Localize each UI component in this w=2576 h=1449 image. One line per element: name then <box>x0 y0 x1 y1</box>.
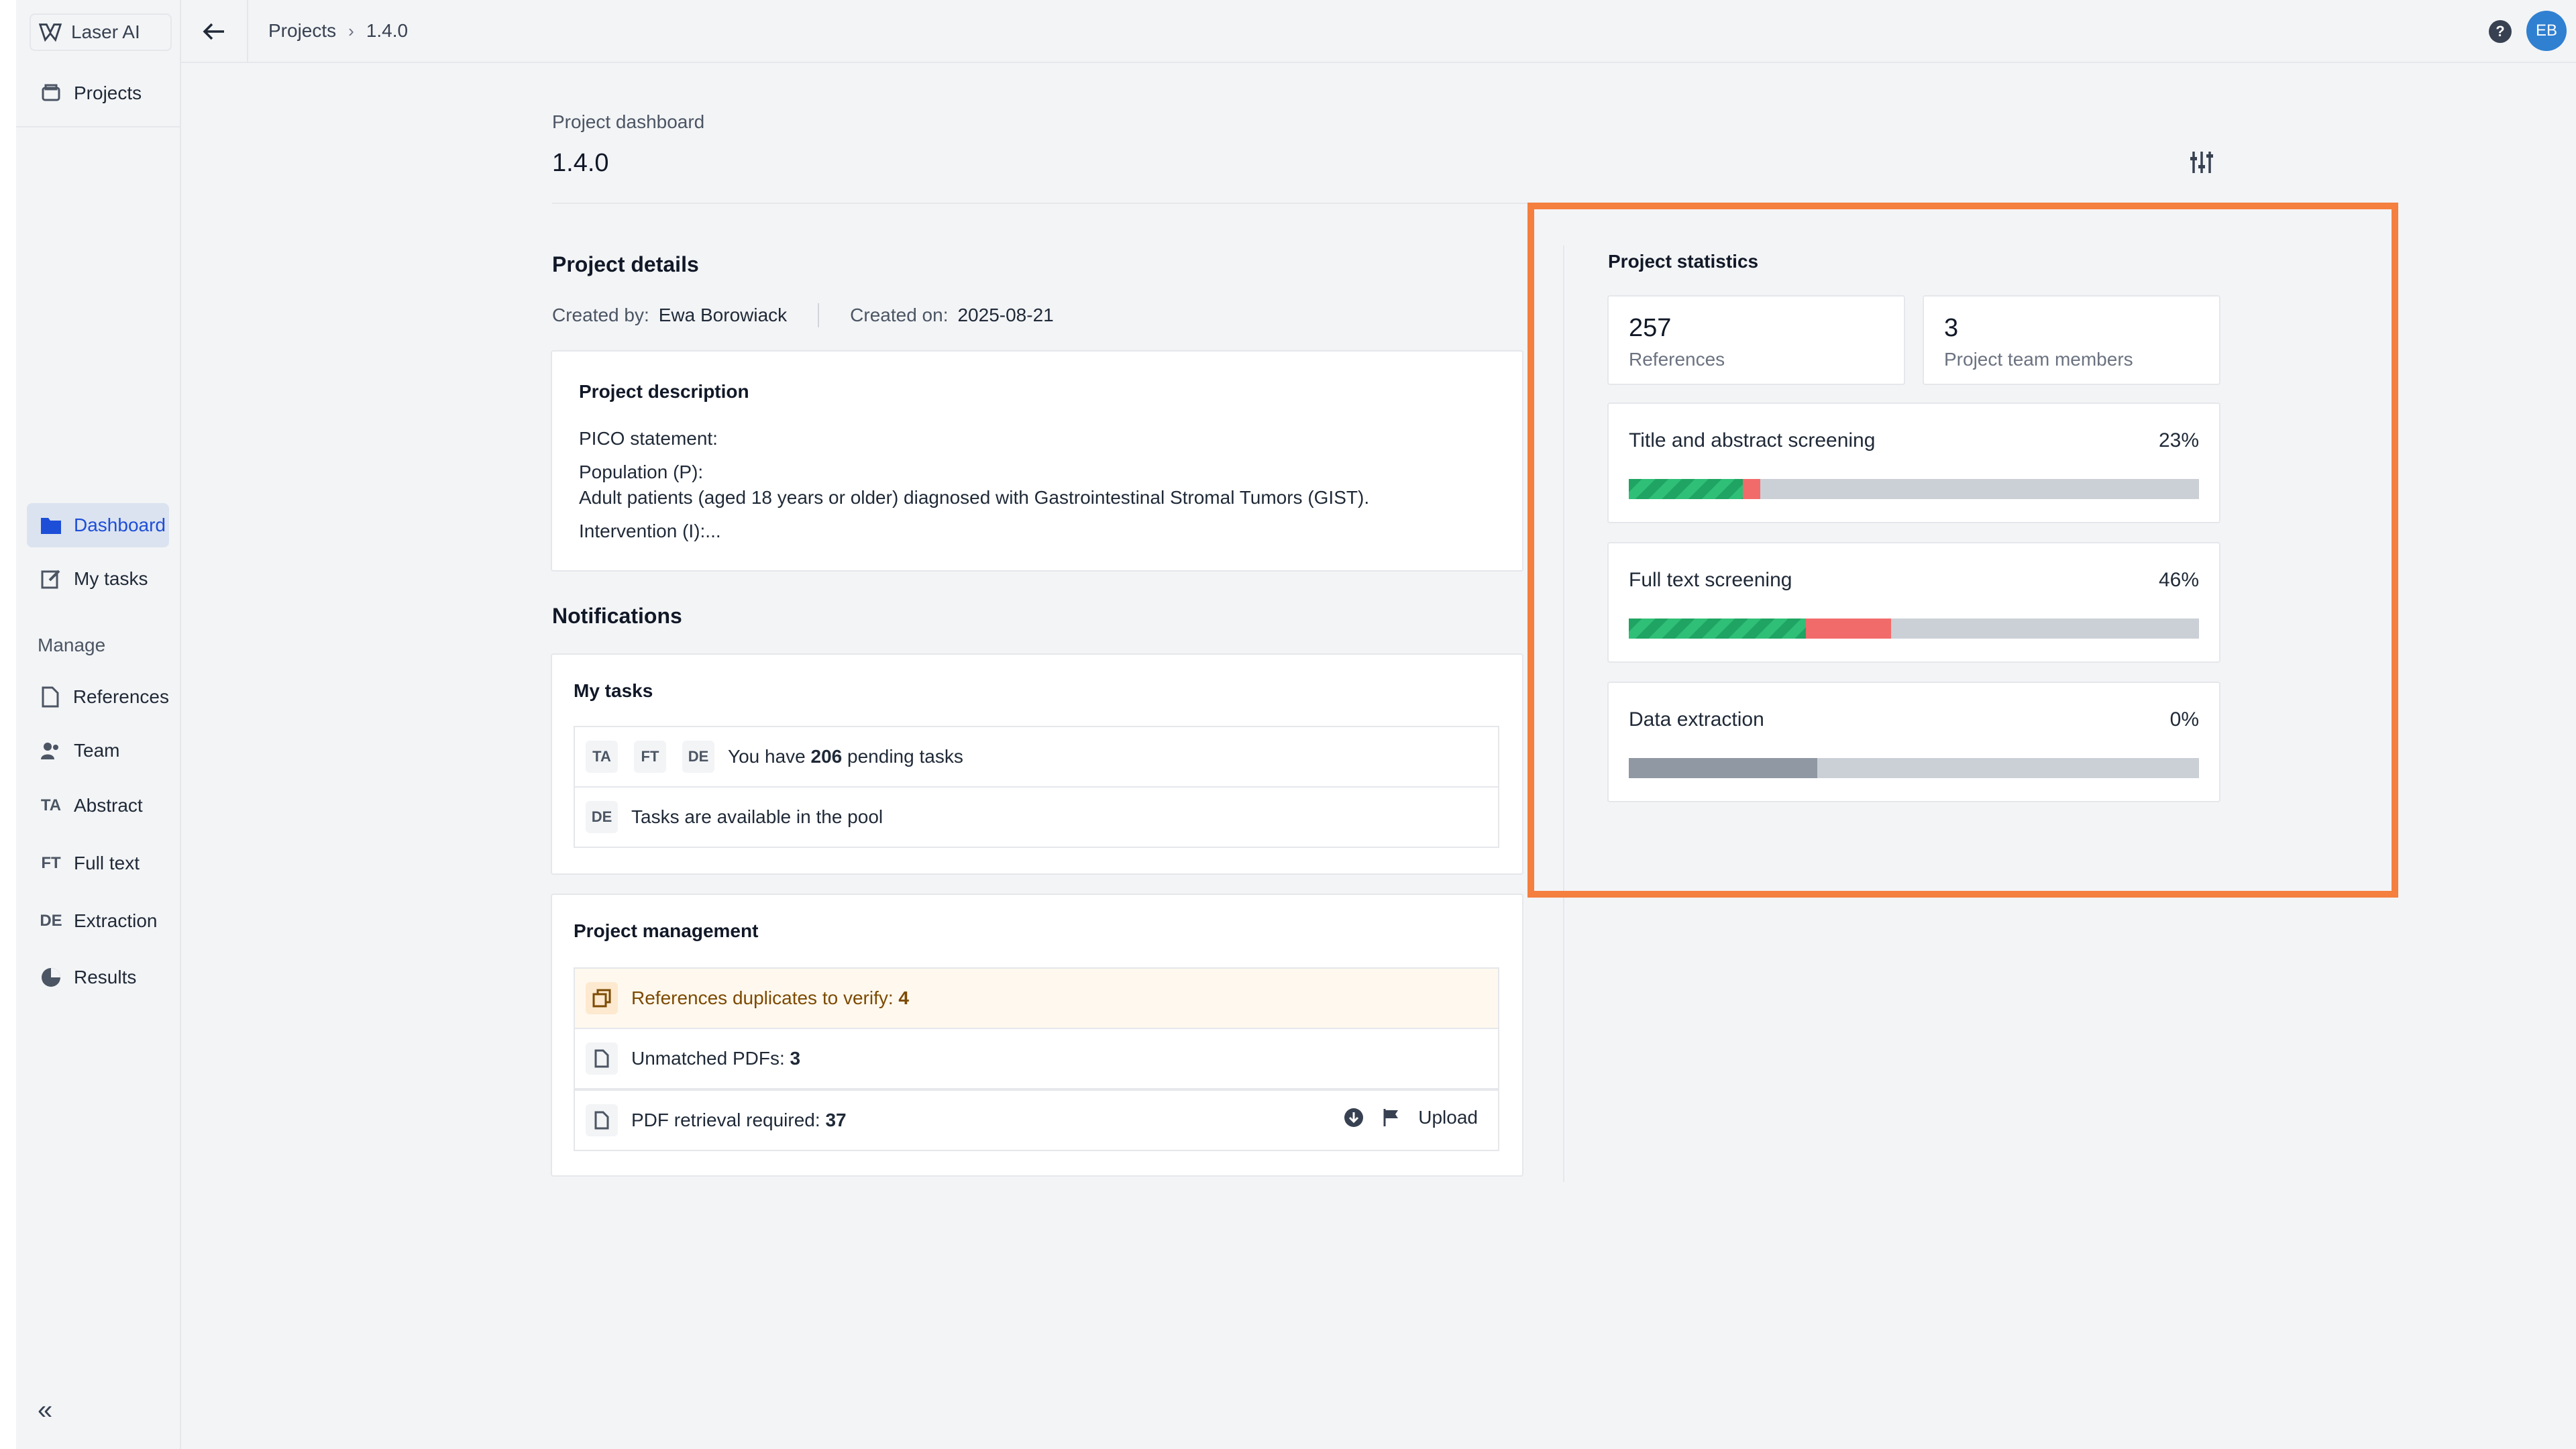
sidebar-item-extraction[interactable]: DE Extraction <box>27 899 169 943</box>
sidebar-item-my-tasks[interactable]: My tasks <box>27 557 169 601</box>
sidebar-item-label: Dashboard <box>74 515 166 535</box>
sidebar: Laser AI Projects Dashboard My tasks Man… <box>16 0 181 1449</box>
arrow-left-icon <box>203 23 224 40</box>
chevron-right-icon: › <box>348 20 354 41</box>
breadcrumb-projects[interactable]: Projects <box>268 20 336 42</box>
tag-de: DE <box>682 741 714 773</box>
sidebar-item-team[interactable]: Team <box>27 729 169 773</box>
description-line: Population (P): <box>579 462 704 482</box>
results-icon <box>38 964 64 991</box>
duplicates-icon <box>586 982 618 1014</box>
upload-button[interactable]: Upload <box>1418 1107 1478 1128</box>
back-button[interactable] <box>181 0 248 63</box>
ta-icon: TA <box>40 796 62 814</box>
sidebar-divider <box>16 126 181 127</box>
laser-logo-icon <box>38 23 62 42</box>
my-tasks-heading: My tasks <box>574 680 653 701</box>
edit-icon <box>38 566 64 592</box>
sidebar-item-label: Projects <box>74 83 142 103</box>
pdf-retrieval-actions: Upload <box>1343 1107 1478 1128</box>
project-meta: Created by: Ewa Borowiack Created on: 20… <box>552 303 1054 327</box>
file-icon <box>586 1104 618 1136</box>
unmatched-pdfs-row[interactable]: Unmatched PDFs: 3 <box>574 1028 1499 1089</box>
pdf-retrieval-text: PDF retrieval required: 37 <box>631 1110 847 1131</box>
page-title: 1.4.0 <box>552 149 609 177</box>
duplicates-value: 4 <box>898 987 909 1008</box>
sidebar-item-label: Results <box>74 967 137 987</box>
unmatched-pdfs-text: Unmatched PDFs: 3 <box>631 1048 800 1069</box>
pending-tasks-count: 206 <box>810 746 843 767</box>
project-management-card: Project management References duplicates… <box>551 894 1523 1177</box>
folder-icon <box>38 512 64 539</box>
statistics-highlight-frame <box>1527 203 2398 898</box>
sidebar-item-dashboard[interactable]: Dashboard <box>27 503 169 547</box>
sidebar-item-label: Team <box>74 740 120 761</box>
help-icon[interactable]: ? <box>2489 20 2512 43</box>
pending-tasks-text: You have 206 pending tasks <box>728 746 963 767</box>
unmatched-pdfs-value: 3 <box>790 1048 801 1069</box>
breadcrumb-current: 1.4.0 <box>366 20 409 41</box>
created-on-label: Created on: <box>850 305 949 325</box>
pending-tasks-suffix: pending tasks <box>847 746 963 767</box>
tag-de: DE <box>586 801 618 833</box>
download-icon[interactable] <box>1343 1107 1364 1128</box>
tag-ta: TA <box>586 741 618 773</box>
pool-tasks-text: Tasks are available in the pool <box>631 806 883 827</box>
team-icon <box>38 737 64 764</box>
de-icon: DE <box>40 912 62 930</box>
sidebar-item-projects[interactable]: Projects <box>27 71 169 115</box>
pool-tasks-row[interactable]: DE Tasks are available in the pool <box>574 786 1499 848</box>
sidebar-item-label: Abstract <box>74 795 143 816</box>
project-description-card: Project description PICO statement: Popu… <box>551 350 1523 572</box>
description-line: Intervention (I):... <box>579 521 721 541</box>
projects-icon <box>38 80 64 107</box>
pdf-retrieval-row[interactable]: PDF retrieval required: 37 Upload <box>574 1089 1499 1151</box>
app-brand[interactable]: Laser AI <box>30 13 172 51</box>
pdf-retrieval-label: PDF retrieval required: <box>631 1110 820 1130</box>
collapse-sidebar-icon[interactable]: « <box>38 1395 52 1426</box>
avatar[interactable]: EB <box>2526 11 2567 51</box>
tag-ft: FT <box>634 741 666 773</box>
page-subtitle: Project dashboard <box>552 111 705 132</box>
sidebar-item-abstract[interactable]: TA Abstract <box>27 784 169 828</box>
pending-tasks-row[interactable]: TA FT DE You have 206 pending tasks <box>574 726 1499 788</box>
sidebar-item-label: Extraction <box>74 910 158 931</box>
created-by-label: Created by: <box>552 305 649 325</box>
project-details-heading: Project details <box>552 252 699 276</box>
file-icon <box>38 684 64 710</box>
top-bar: Projects › 1.4.0 ? EB <box>181 0 2576 63</box>
notifications-heading: Notifications <box>552 604 682 628</box>
ft-icon: FT <box>41 854 61 872</box>
pending-tasks-prefix: You have <box>728 746 806 767</box>
project-description-heading: Project description <box>579 381 749 402</box>
unmatched-pdfs-label: Unmatched PDFs: <box>631 1048 785 1069</box>
left-strip <box>0 0 16 1449</box>
sidebar-item-label: My tasks <box>74 568 148 589</box>
sidebar-item-label: Full text <box>74 853 140 873</box>
file-icon <box>586 1042 618 1075</box>
duplicates-row[interactable]: References duplicates to verify: 4 <box>574 967 1499 1029</box>
duplicates-text: References duplicates to verify: 4 <box>631 987 909 1009</box>
duplicates-label: References duplicates to verify: <box>631 987 894 1008</box>
sidebar-item-full-text[interactable]: FT Full text <box>27 841 169 885</box>
description-line: PICO statement: <box>579 428 718 449</box>
project-management-heading: Project management <box>574 920 759 941</box>
breadcrumb: Projects › 1.4.0 <box>268 20 408 42</box>
sliders-icon[interactable] <box>2188 149 2215 176</box>
sidebar-item-label: References <box>72 686 169 707</box>
created-on-value: 2025-08-21 <box>957 305 1054 325</box>
manage-section-label: Manage <box>38 635 106 655</box>
sidebar-item-references[interactable]: References <box>27 675 169 719</box>
pdf-retrieval-value: 37 <box>825 1110 847 1130</box>
flag-icon[interactable] <box>1382 1108 1401 1128</box>
description-line: Adult patients (aged 18 years or older) … <box>579 487 1370 508</box>
created-by-value: Ewa Borowiack <box>658 305 788 325</box>
sidebar-item-results[interactable]: Results <box>27 955 169 1000</box>
app-name: Laser AI <box>71 21 140 42</box>
my-tasks-card: My tasks TA FT DE You have 206 pending t… <box>551 653 1523 875</box>
meta-divider <box>818 303 820 327</box>
